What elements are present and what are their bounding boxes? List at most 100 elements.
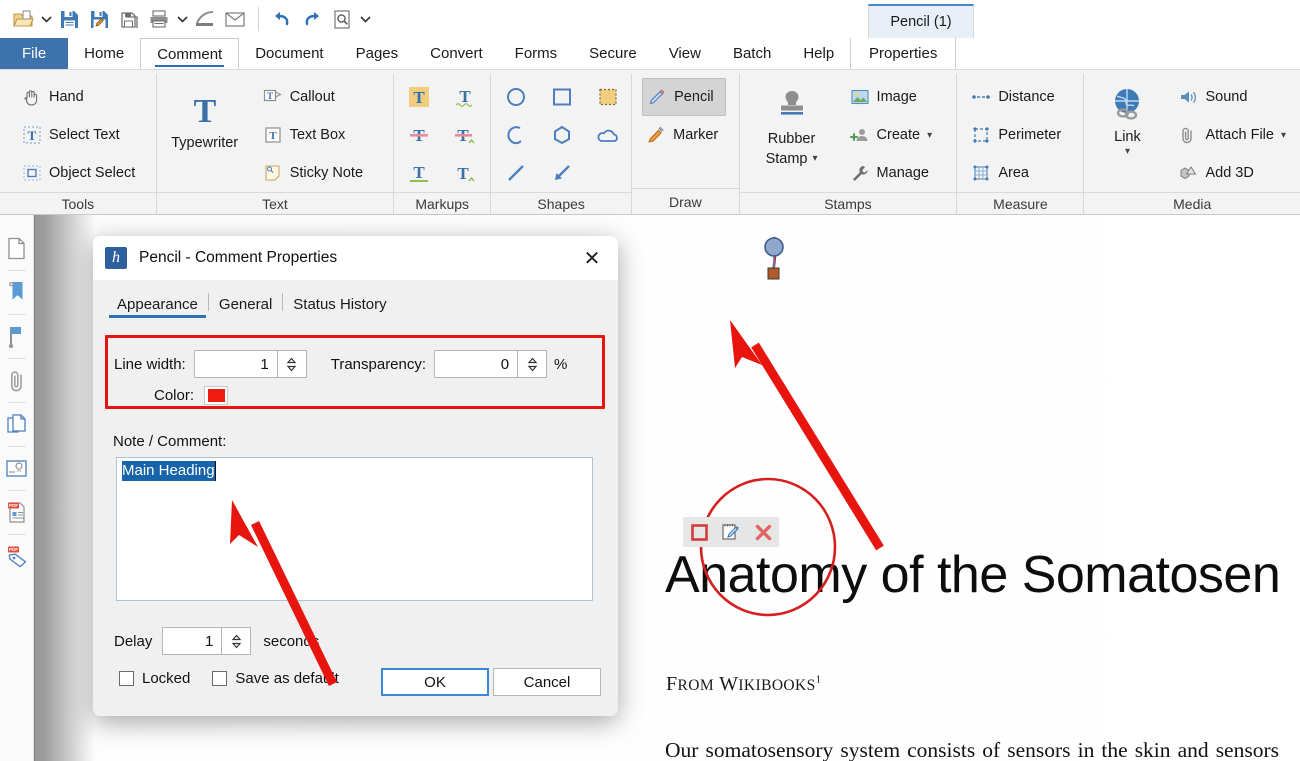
print-dropdown-icon[interactable] (174, 4, 190, 34)
contextual-tab-pencil[interactable]: Pencil (1) (868, 4, 974, 38)
tool-object-select[interactable]: Object Select (18, 154, 143, 192)
transparency-stepper[interactable] (518, 350, 548, 378)
sidebar-item-annotations[interactable] (0, 315, 34, 358)
email-icon[interactable] (220, 4, 250, 34)
edit-note-icon[interactable] (718, 520, 744, 544)
sidebar-item-bookmarks[interactable] (0, 271, 34, 314)
media-attach-file-label: Attach File (1205, 127, 1274, 143)
stamp-manage[interactable]: Manage (846, 154, 941, 192)
tab-properties-label: Properties (868, 45, 938, 62)
close-icon[interactable]: ✕ (574, 242, 610, 274)
tool-text-box[interactable]: T Text Box (259, 116, 371, 154)
markup-underline[interactable]: T (396, 154, 442, 192)
sidebar-item-page-thumbnails[interactable] (0, 227, 34, 270)
scan-icon[interactable] (190, 4, 220, 34)
measure-area[interactable]: Area (967, 154, 1069, 192)
delete-annotation-icon[interactable] (750, 520, 776, 544)
tab-document[interactable]: Document (239, 38, 339, 69)
save-as-default-checkbox[interactable] (212, 671, 228, 686)
stamp-create[interactable]: Create ▾ (846, 116, 941, 154)
ok-button[interactable]: OK (381, 668, 489, 696)
markup-replace-text[interactable]: T (442, 116, 488, 154)
tool-typewriter[interactable]: T Typewriter (163, 88, 247, 152)
ribbon-content: Hand T Select Text Object Select Tools T… (0, 70, 1300, 264)
open-dropdown-icon[interactable] (38, 4, 54, 34)
dialog-title: Pencil - Comment Properties (139, 249, 338, 266)
shape-cloud[interactable] (585, 116, 631, 154)
cancel-button[interactable]: Cancel (493, 668, 601, 696)
properties-square-icon[interactable] (686, 520, 712, 544)
svg-text:T: T (269, 130, 277, 142)
tab-home[interactable]: Home (68, 38, 140, 69)
tab-convert[interactable]: Convert (414, 38, 499, 69)
sidebar-item-signatures[interactable] (0, 447, 34, 490)
tool-marker[interactable]: Marker (642, 116, 726, 154)
note-comment-textarea[interactable]: Main Heading (116, 457, 593, 601)
markup-highlight[interactable]: T (396, 78, 442, 116)
markup-squiggly[interactable]: T (442, 78, 488, 116)
line-width-input[interactable]: 1 (193, 350, 278, 378)
save-as-icon[interactable] (84, 4, 114, 34)
redo-icon[interactable] (297, 4, 327, 34)
tool-sticky-note[interactable]: Sticky Note (259, 154, 371, 192)
open-file-icon[interactable] (8, 4, 38, 34)
markup-insert-text[interactable]: T (442, 154, 488, 192)
sidebar-item-attachments[interactable] (0, 359, 34, 402)
media-add-3d-label: Add 3D (1205, 165, 1254, 181)
sidebar-item-layers[interactable] (0, 403, 34, 446)
tool-callout[interactable]: T Callout (259, 78, 371, 116)
print-icon[interactable] (144, 4, 174, 34)
tool-rubber-stamp[interactable]: Rubber Stamp ▾ (746, 82, 838, 167)
media-add-3d[interactable]: Add 3D (1174, 154, 1294, 192)
media-sound[interactable]: Sound (1174, 78, 1294, 116)
shape-rectangle[interactable] (539, 78, 585, 116)
sidebar-item-pdf-tags[interactable]: PDF (0, 535, 34, 578)
delay-stepper[interactable] (222, 627, 252, 655)
shape-ellipse[interactable] (493, 78, 539, 116)
tab-forms[interactable]: Forms (499, 38, 574, 69)
tool-pencil[interactable]: Pencil (642, 78, 727, 116)
tool-select-text[interactable]: T Select Text (18, 116, 143, 154)
tab-view[interactable]: View (653, 38, 717, 69)
ribbon-group-stamps: Rubber Stamp ▾ Image Create ▾ Manage Sta… (739, 70, 957, 214)
tab-general-label: General (218, 296, 273, 313)
tool-hand[interactable]: Hand (18, 78, 143, 116)
undo-icon[interactable] (267, 4, 297, 34)
measure-distance[interactable]: Distance (967, 78, 1069, 116)
tab-comment[interactable]: Comment (140, 38, 240, 69)
save-all-icon[interactable] (114, 4, 144, 34)
source-from: F (666, 673, 678, 695)
shape-arc[interactable] (493, 116, 539, 154)
color-swatch-button[interactable] (204, 386, 229, 405)
tab-pages[interactable]: Pages (340, 38, 415, 69)
tab-general[interactable]: General (209, 296, 282, 318)
tab-file[interactable]: File (0, 38, 69, 69)
annotation-popup-toolbar[interactable] (683, 517, 779, 547)
tab-status-history[interactable]: Status History (283, 296, 396, 318)
markup-strikeout[interactable]: T (396, 116, 442, 154)
line-width-stepper[interactable] (277, 350, 307, 378)
find-icon[interactable] (327, 4, 357, 34)
measure-area-label: Area (998, 165, 1029, 181)
locked-checkbox[interactable] (119, 671, 134, 686)
save-icon[interactable] (54, 4, 84, 34)
more-dropdown-icon[interactable] (357, 4, 373, 34)
shape-line[interactable] (493, 154, 539, 192)
tab-help[interactable]: Help (787, 38, 850, 69)
tab-secure[interactable]: Secure (573, 38, 653, 69)
stamp-image[interactable]: Image (846, 78, 941, 116)
measure-perimeter[interactable]: Perimeter (967, 116, 1069, 154)
delay-input[interactable]: 1 (162, 627, 223, 655)
dialog-tabs: Appearance General Status History (93, 280, 618, 318)
shape-polygon[interactable] (539, 116, 585, 154)
transparency-input[interactable]: 0 (434, 350, 519, 378)
tab-properties[interactable]: Properties (850, 38, 957, 69)
tool-link[interactable]: Link ▾ (1090, 80, 1164, 157)
tab-batch[interactable]: Batch (717, 38, 787, 69)
rubber-stamp-icon (770, 86, 814, 128)
sidebar-item-pdf-form[interactable]: PDF (0, 491, 34, 534)
media-attach-file[interactable]: Attach File ▾ (1174, 116, 1294, 154)
tab-appearance[interactable]: Appearance (107, 296, 208, 318)
shape-arrow[interactable] (539, 154, 585, 192)
shape-filled-rectangle[interactable] (585, 78, 631, 116)
